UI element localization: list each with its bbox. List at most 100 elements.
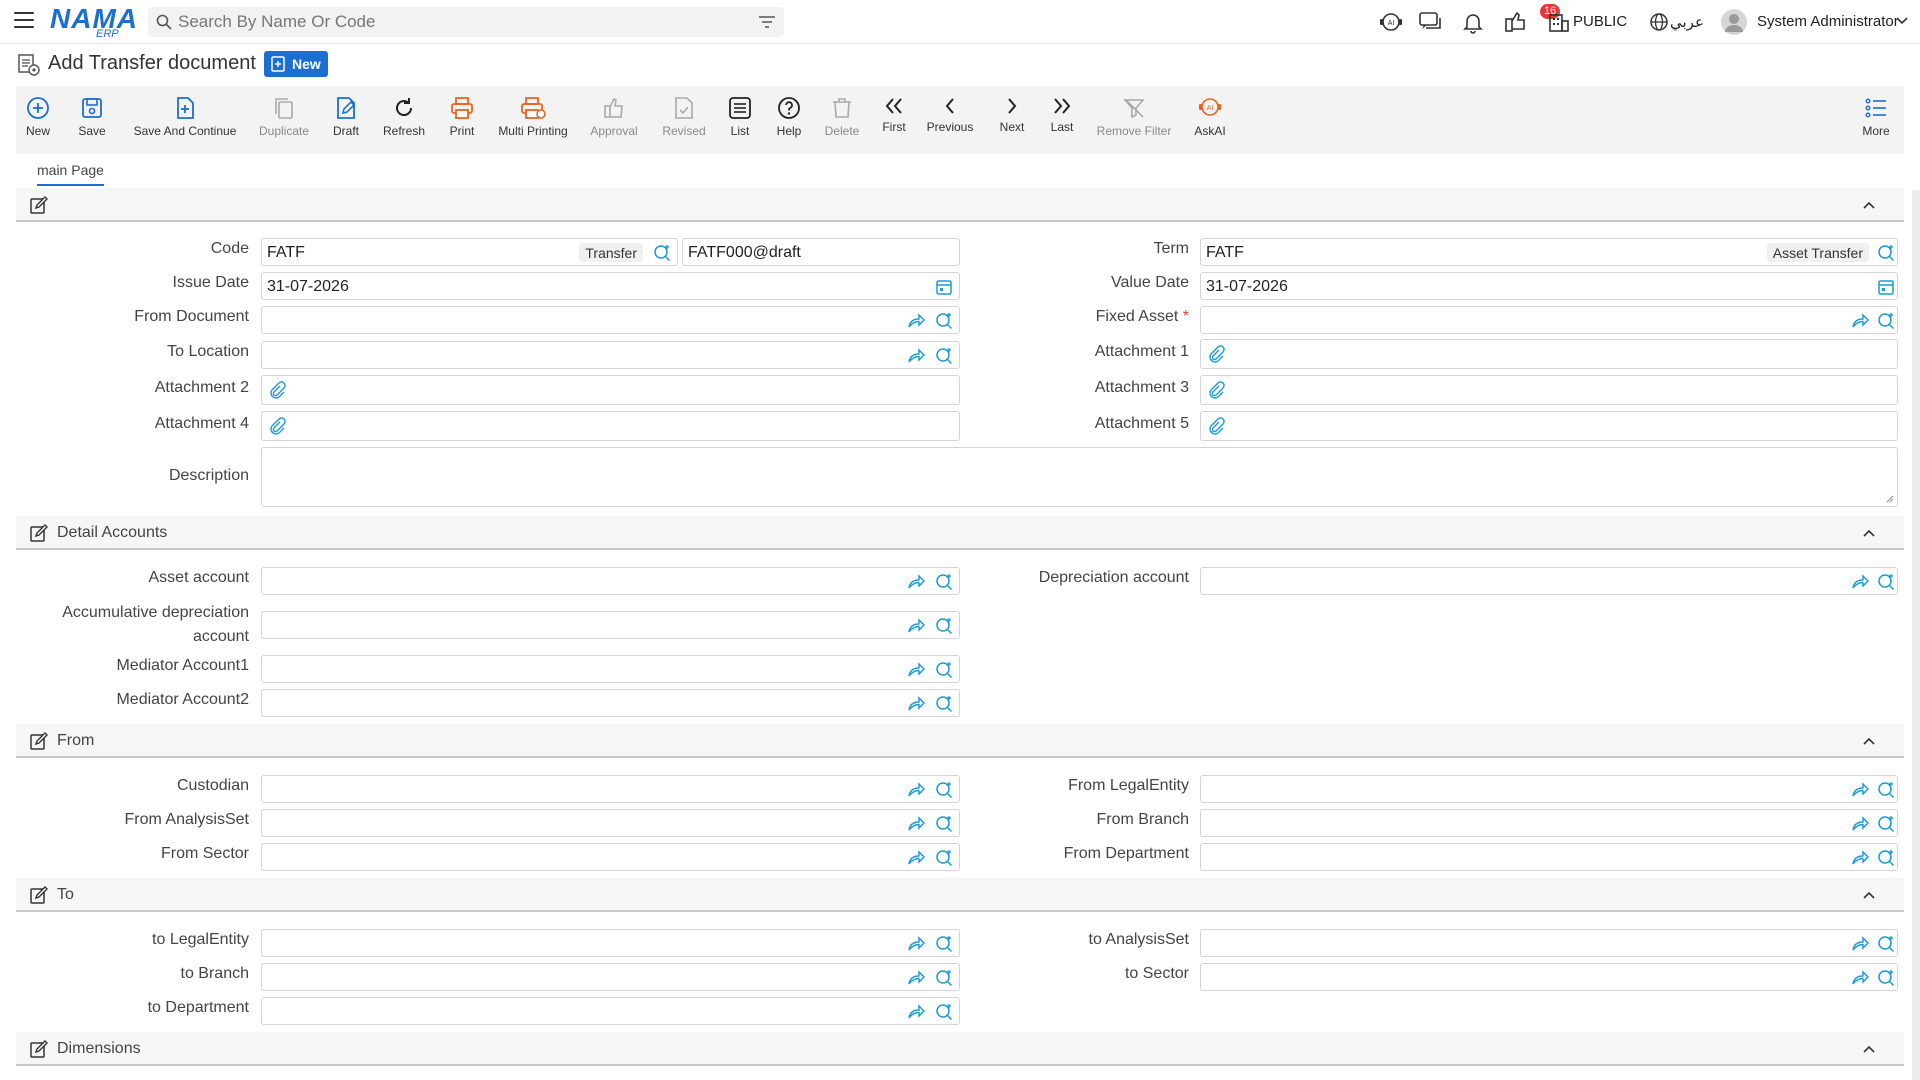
open-record-icon[interactable] <box>907 312 925 330</box>
open-record-icon[interactable] <box>907 969 925 987</box>
tab-main-page[interactable]: main Page <box>37 162 104 186</box>
paperclip-icon[interactable] <box>1207 417 1225 435</box>
last-button[interactable]: Last <box>1048 96 1076 134</box>
company-name[interactable]: PUBLIC <box>1573 13 1627 30</box>
chevron-up-icon[interactable] <box>1862 528 1876 538</box>
updates-icon[interactable] <box>1503 10 1529 34</box>
open-record-icon[interactable] <box>1851 935 1869 953</box>
chevron-up-icon[interactable] <box>1862 736 1876 746</box>
search-add-icon[interactable] <box>1877 573 1895 591</box>
open-record-icon[interactable] <box>1851 969 1869 987</box>
open-record-icon[interactable] <box>907 695 925 713</box>
from-document-field[interactable] <box>261 306 960 334</box>
revised-button[interactable]: Revised <box>660 96 708 138</box>
calendar-icon[interactable] <box>1877 278 1895 296</box>
to-branch-field[interactable] <box>261 963 960 991</box>
section-header-detail-accounts[interactable]: Detail Accounts <box>16 516 1904 550</box>
attachment-3-field[interactable] <box>1200 375 1898 405</box>
save-and-continue-button[interactable]: Save And Continue <box>130 96 240 138</box>
bell-icon[interactable] <box>1460 10 1486 34</box>
attachment-5-field[interactable] <box>1200 411 1898 441</box>
paperclip-icon[interactable] <box>268 417 286 435</box>
chevron-up-icon[interactable] <box>1862 200 1876 210</box>
remove-filter-button[interactable]: Remove Filter <box>1094 96 1174 138</box>
code-number-field[interactable]: FATF000@draft <box>682 238 960 266</box>
draft-button[interactable]: Draft <box>328 96 364 138</box>
paperclip-icon[interactable] <box>1207 381 1225 399</box>
open-record-icon[interactable] <box>907 935 925 953</box>
search-add-icon[interactable] <box>935 347 953 365</box>
from-department-field[interactable] <box>1200 843 1898 871</box>
previous-button[interactable]: Previous <box>926 96 974 134</box>
search-add-icon[interactable] <box>935 573 953 591</box>
open-record-icon[interactable] <box>907 661 925 679</box>
attachment-1-field[interactable] <box>1200 339 1898 369</box>
section-header-from[interactable]: From <box>16 724 1904 758</box>
open-record-icon[interactable] <box>907 781 925 799</box>
search-add-icon[interactable] <box>935 815 953 833</box>
search-add-icon[interactable] <box>1877 244 1895 262</box>
section-header-main[interactable] <box>16 188 1904 222</box>
open-record-icon[interactable] <box>907 347 925 365</box>
depreciation-account-field[interactable] <box>1200 567 1898 595</box>
search-add-icon[interactable] <box>1877 781 1895 799</box>
to-sector-field[interactable] <box>1200 963 1898 991</box>
help-button[interactable]: Help <box>774 96 804 138</box>
to-analysis-set-field[interactable] <box>1200 929 1898 957</box>
search-add-icon[interactable] <box>935 1003 953 1021</box>
new-button[interactable]: New <box>24 96 52 138</box>
mediator-account1-field[interactable] <box>261 655 960 683</box>
next-button[interactable]: Next <box>998 96 1026 134</box>
more-button[interactable]: More <box>1858 96 1894 138</box>
first-button[interactable]: First <box>880 96 908 134</box>
to-department-field[interactable] <box>261 997 960 1025</box>
mediator-account2-field[interactable] <box>261 689 960 717</box>
chevron-down-icon[interactable] <box>1896 16 1908 26</box>
issue-date-field[interactable]: 31-07-2026 <box>261 272 960 300</box>
term-field[interactable]: FATF Asset Transfer <box>1200 238 1898 266</box>
search-add-icon[interactable] <box>935 312 953 330</box>
to-legal-entity-field[interactable] <box>261 929 960 957</box>
print-button[interactable]: Print <box>446 96 478 138</box>
attachment-2-field[interactable] <box>261 375 960 405</box>
search-input[interactable] <box>178 7 738 37</box>
resize-handle-icon[interactable] <box>1886 495 1894 503</box>
app-logo[interactable]: NAMA ERP <box>50 4 137 41</box>
ai-assistant-icon[interactable]: AI <box>1378 10 1404 34</box>
chat-icon[interactable] <box>1418 10 1444 34</box>
paperclip-icon[interactable] <box>1207 345 1225 363</box>
open-record-icon[interactable] <box>907 617 925 635</box>
custodian-field[interactable] <box>261 775 960 803</box>
open-record-icon[interactable] <box>1851 573 1869 591</box>
search-add-icon[interactable] <box>935 695 953 713</box>
chevron-up-icon[interactable] <box>1862 1044 1876 1054</box>
search-add-icon[interactable] <box>935 781 953 799</box>
from-sector-field[interactable] <box>261 843 960 871</box>
menu-icon[interactable] <box>14 12 34 30</box>
to-location-field[interactable] <box>261 341 960 369</box>
search-add-icon[interactable] <box>653 244 671 262</box>
refresh-button[interactable]: Refresh <box>380 96 428 138</box>
open-record-icon[interactable] <box>1851 781 1869 799</box>
globe-icon[interactable] <box>1646 10 1672 34</box>
from-branch-field[interactable] <box>1200 809 1898 837</box>
list-button[interactable]: List <box>726 96 754 138</box>
search-add-icon[interactable] <box>935 849 953 867</box>
user-name[interactable]: System Administrator <box>1757 13 1899 30</box>
calendar-icon[interactable] <box>935 278 953 296</box>
askai-button[interactable]: AI AskAI <box>1192 96 1228 138</box>
page-scrollbar[interactable] <box>1912 190 1920 1080</box>
paperclip-icon[interactable] <box>268 381 286 399</box>
value-date-field[interactable]: 31-07-2026 <box>1200 272 1898 300</box>
open-record-icon[interactable] <box>1851 312 1869 330</box>
multi-printing-button[interactable]: Multi Printing <box>496 96 570 138</box>
approval-button[interactable]: Approval <box>588 96 640 138</box>
accumulative-depreciation-field[interactable] <box>261 611 960 639</box>
filter-icon[interactable] <box>758 15 776 29</box>
avatar[interactable] <box>1720 8 1748 36</box>
from-legal-entity-field[interactable] <box>1200 775 1898 803</box>
language-switch[interactable]: عربي <box>1670 13 1704 31</box>
open-record-icon[interactable] <box>907 815 925 833</box>
open-record-icon[interactable] <box>907 1003 925 1021</box>
open-record-icon[interactable] <box>907 573 925 591</box>
